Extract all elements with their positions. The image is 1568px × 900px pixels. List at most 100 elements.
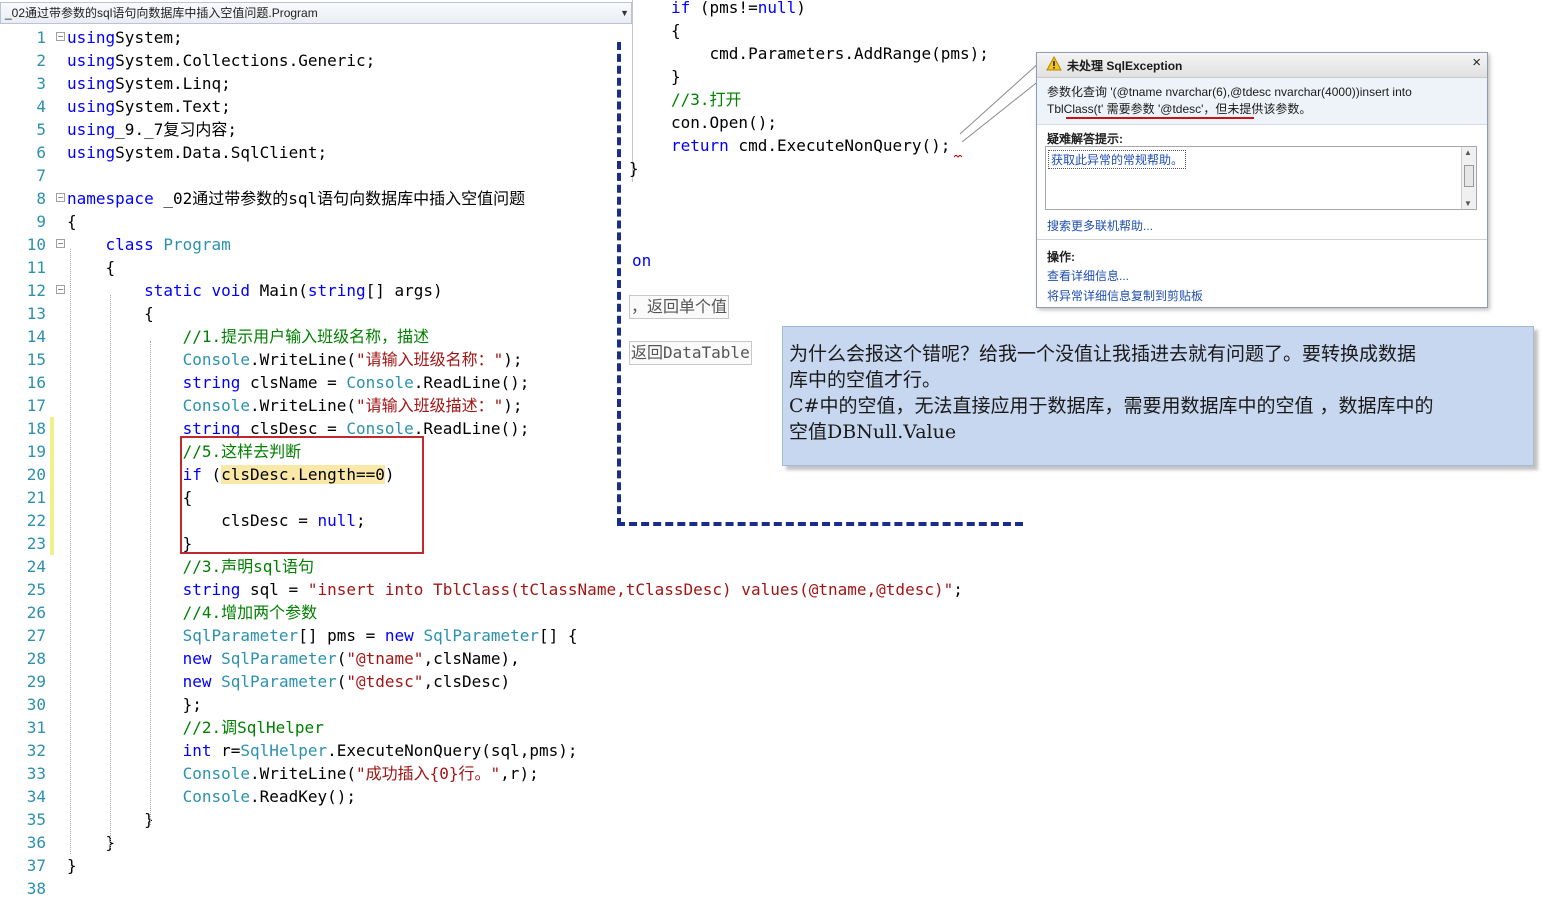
code-text: //2.调SqlHelper (67, 716, 324, 739)
code-token: string (182, 373, 241, 392)
right-code-line[interactable]: //3.打开 (671, 88, 742, 111)
code-token: "@tname" (346, 649, 424, 668)
scroll-thumb[interactable] (1464, 165, 1474, 187)
code-token: ) (796, 0, 806, 17)
tips-scrollbar[interactable]: ▲ ▼ (1461, 147, 1476, 209)
code-text: namespace _02通过带参数的sql语句向数据库中插入空值问题 (67, 187, 525, 210)
scroll-up-icon[interactable]: ▲ (1464, 148, 1472, 157)
code-token: string (307, 281, 366, 300)
line-number: 36 (26, 833, 46, 852)
explanation-note: 为什么会报这个错呢？给我一个没值让我插进去就有问题了。要转换成数据 库中的空值才… (782, 326, 1534, 466)
code-token: .WriteLine( (250, 396, 356, 415)
code-token: { (67, 212, 77, 231)
code-token: } (67, 534, 193, 553)
code-token: .ReadKey(); (250, 787, 356, 806)
code-token: int (182, 741, 212, 760)
line-number: 20 (26, 465, 46, 484)
class-dropdown[interactable]: _02通过带参数的sql语句向数据库中插入空值问题.Program ▼ (0, 2, 632, 24)
line-number: 31 (26, 718, 46, 737)
code-text: new SqlParameter("@tdesc",clsDesc) (67, 670, 511, 693)
collapse-icon[interactable]: − (56, 239, 65, 248)
indent-guide (110, 295, 111, 848)
pane-divider (632, 0, 633, 182)
code-token: SqlHelper (240, 741, 328, 760)
code-text: { (67, 486, 193, 509)
line-number: 14 (26, 327, 46, 346)
code-text: usingSystem.Collections.Generic; (67, 49, 375, 72)
scroll-down-icon[interactable]: ▼ (1464, 199, 1472, 208)
close-icon[interactable]: × (1472, 54, 1481, 71)
right-code-line[interactable]: return cmd.ExecuteNonQuery(); (671, 134, 950, 157)
code-token: System.Collections.Generic; (115, 51, 376, 70)
code-token: ,clsDesc) (423, 672, 511, 691)
right-code-line[interactable]: } (671, 65, 681, 88)
code-token: Console (182, 396, 251, 415)
line-number: 9 (36, 212, 46, 231)
line-number: 38 (26, 879, 46, 898)
code-token: SqlParameter (182, 626, 299, 645)
line-number: 32 (26, 741, 46, 760)
code-token: SqlParameter (221, 649, 337, 668)
code-token: Console (182, 764, 251, 783)
right-code-line[interactable]: { (671, 19, 681, 42)
code-text: usingSystem.Linq; (67, 72, 231, 95)
right-code-line[interactable]: con.Open(); (671, 111, 777, 134)
view-details-link[interactable]: 查看详细信息... (1047, 267, 1129, 284)
copy-exception-link[interactable]: 将异常详细信息复制到剪贴板 (1047, 287, 1203, 304)
note-line2: 库中的空值才行。 (789, 369, 942, 391)
code-token: "请输入班级描述：" (356, 396, 504, 415)
collapse-icon[interactable]: − (56, 285, 65, 294)
class-dropdown-label: _02通过带参数的sql语句向数据库中插入空值问题.Program (5, 6, 318, 20)
general-help-link[interactable]: 获取此异常的常规帮助。 (1048, 150, 1187, 169)
code-token: using (67, 143, 116, 162)
line-number: 11 (26, 258, 46, 277)
troubleshooting-list[interactable]: 获取此异常的常规帮助。 ▲ ▼ (1045, 146, 1477, 210)
exception-message: 参数化查询 '(@tname nvarchar(6),@tdesc nvarch… (1047, 84, 1475, 118)
code-token: using (67, 120, 116, 139)
code-token: ); (503, 396, 523, 415)
code-token: "@tdesc" (346, 672, 424, 691)
line-number: 21 (26, 488, 46, 507)
right-code-line[interactable]: if (pms!=null) (671, 0, 806, 19)
exception-assistant[interactable]: 未处理 SqlException × 参数化查询 '(@tname nvarch… (1036, 52, 1488, 308)
indent-guide (150, 341, 151, 825)
code-token: using (67, 28, 116, 47)
code-token: sql = (240, 580, 308, 599)
code-token: [] args) (365, 281, 443, 300)
line-number: 10 (26, 235, 46, 254)
code-text: //1.提示用户输入班级名称，描述 (67, 325, 430, 348)
code-text: } (67, 854, 77, 877)
note-line1: 为什么会报这个错呢？给我一个没值让我插进去就有问题了。要转换成数据 (789, 343, 1417, 365)
search-online-help-link[interactable]: 搜索更多联机帮助... (1047, 217, 1153, 234)
code-token: SqlParameter (423, 626, 540, 645)
line-number: 5 (36, 120, 46, 139)
code-token: static void (144, 281, 251, 300)
collapse-icon[interactable]: − (56, 193, 65, 202)
collapse-icon[interactable]: − (56, 32, 65, 41)
code-token: System; (115, 28, 183, 47)
code-token: ); (503, 350, 523, 369)
code-text: new SqlParameter("@tname",clsName), (67, 647, 520, 670)
squiggle-marker (954, 155, 962, 158)
right-code-line[interactable]: cmd.Parameters.AddRange(pms); (671, 42, 989, 65)
code-text: //4.增加两个参数 (67, 601, 318, 624)
fragment-on: on (632, 251, 652, 270)
code-token: using (67, 51, 116, 70)
dashed-divider-horizontal (617, 522, 1023, 526)
code-token: System.Linq; (115, 74, 231, 93)
line-number: 37 (26, 856, 46, 875)
code-text: usingSystem.Data.SqlClient; (67, 141, 327, 164)
exception-titlebar: 未处理 SqlException × (1037, 53, 1487, 78)
line-number: 6 (36, 143, 46, 162)
code-token: using (67, 74, 116, 93)
chevron-down-icon[interactable]: ▼ (620, 3, 629, 23)
